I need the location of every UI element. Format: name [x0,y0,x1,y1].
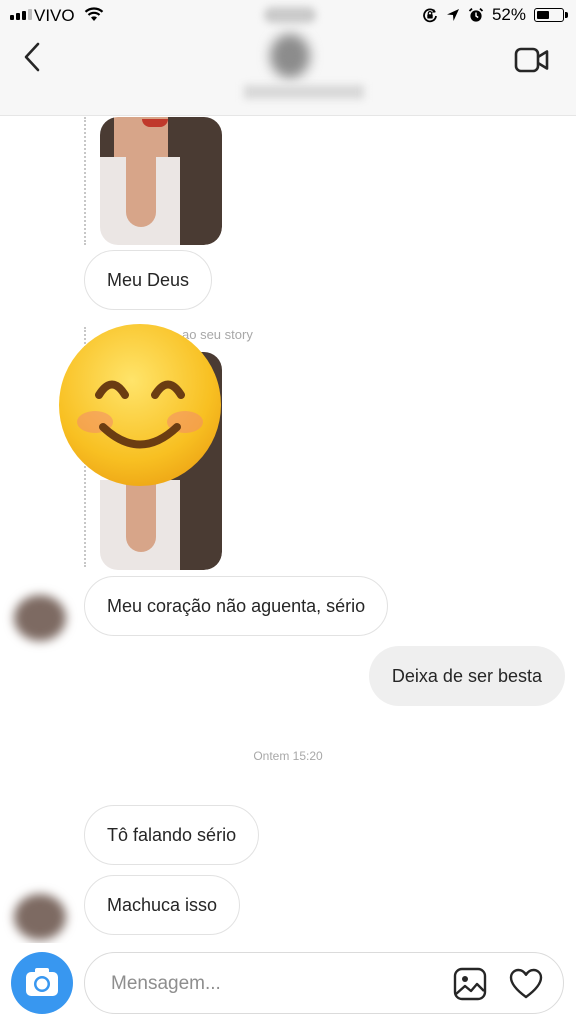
battery-percentage: 52% [491,5,526,24]
sender-avatar[interactable] [14,894,66,940]
contact-avatar[interactable] [270,34,310,78]
message-bubble-incoming[interactable]: Tô falando sério [84,805,260,865]
back-chevron-icon[interactable] [18,40,50,74]
message-bubble-outgoing[interactable]: Deixa de ser besta [368,646,565,706]
message-text: Meu Deus [107,269,190,290]
message-input[interactable] [111,972,411,996]
video-camera-icon[interactable] [514,46,550,74]
contact-username-redacted[interactable] [244,85,364,99]
signal-icon [10,9,32,20]
message-thread: Meu Deus ao seu story Meu coração não ag… [0,117,576,943]
clock-redacted [264,7,316,23]
message-text: Meu coração não aguenta, sério [107,595,366,616]
wifi-icon [84,7,104,21]
message-bubble-incoming[interactable]: Machuca isso [84,875,241,935]
camera-icon [26,968,58,996]
battery-icon [534,8,568,22]
message-composer [84,952,564,1014]
message-text: Deixa de ser besta [391,665,542,686]
smiling-face-emoji-icon [59,324,221,486]
message-bubble-incoming[interactable]: Meu coração não aguenta, sério [84,576,389,636]
screen-lock-icon [423,8,437,23]
heart-icon[interactable] [509,967,543,1001]
battery-fill [536,10,549,19]
chat-header [0,30,576,116]
message-bubble-incoming[interactable]: Meu Deus [84,250,213,310]
story-thumbnail[interactable] [100,117,222,245]
camera-button[interactable] [11,952,73,1014]
location-icon [446,9,459,21]
status-bar: VIVO 52% [0,0,576,30]
message-text: Tô falando sério [107,824,237,845]
carrier-name: VIVO [34,6,75,25]
gallery-icon[interactable] [453,967,487,1001]
message-text: Machuca isso [107,894,218,915]
message-timestamp: Ontem 15:20 [253,749,323,763]
sender-avatar[interactable] [14,595,66,641]
story-reply-line [84,117,86,245]
status-right: 52% [422,5,568,25]
alarm-icon [468,7,484,22]
